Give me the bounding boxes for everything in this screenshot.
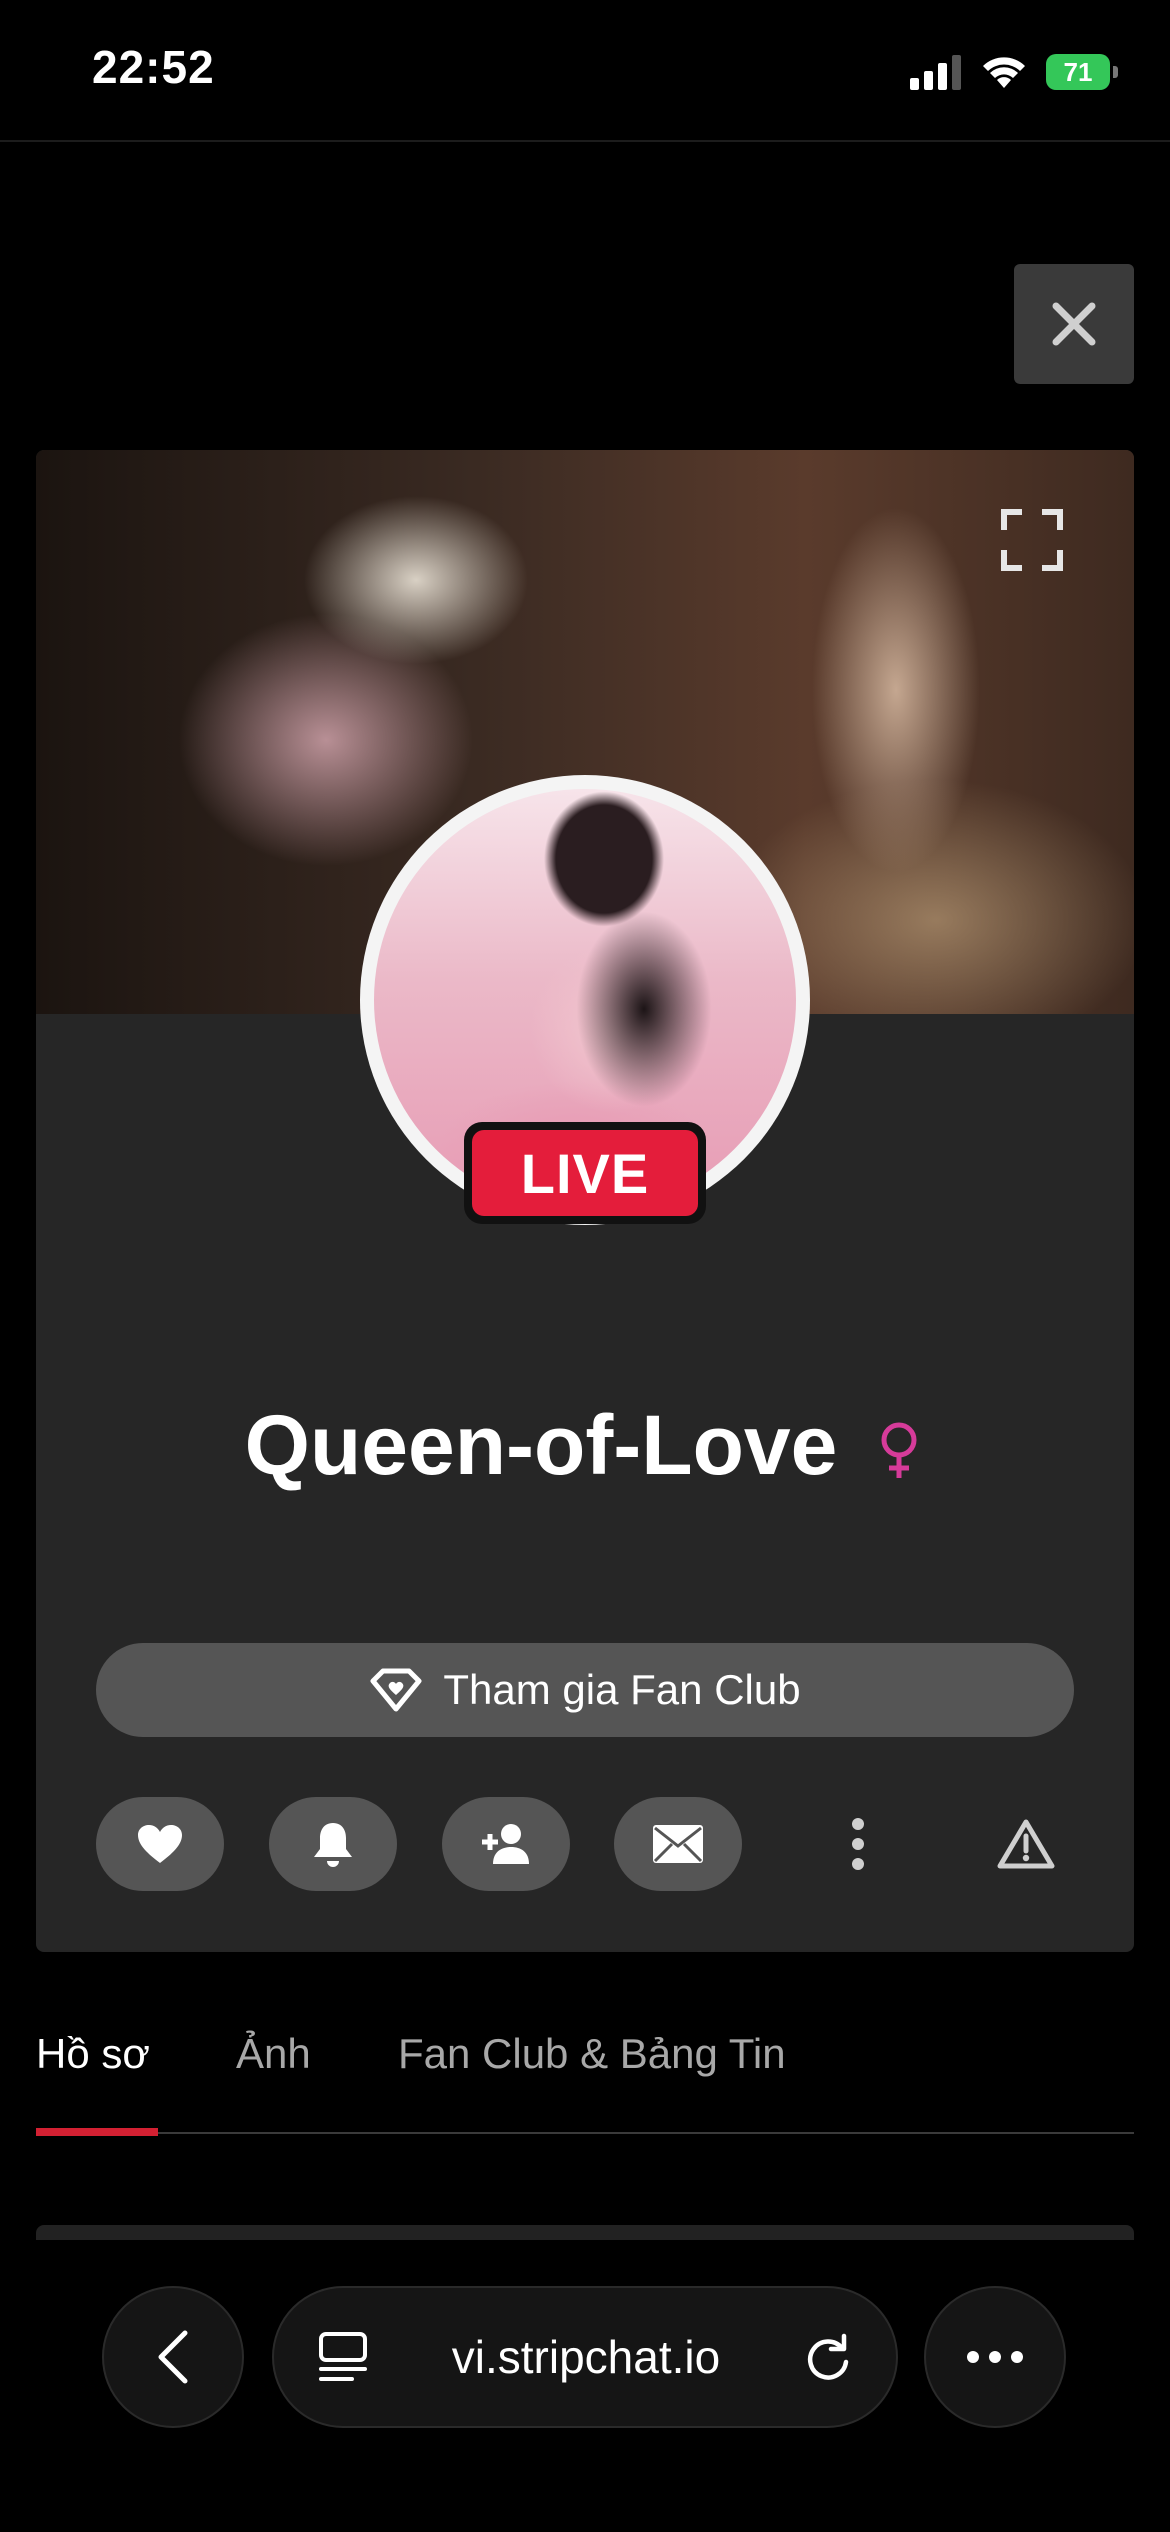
username: Queen-of-Love bbox=[244, 1397, 838, 1492]
page-menu-icon bbox=[319, 2332, 367, 2381]
message-button[interactable] bbox=[614, 1797, 742, 1891]
diamond-heart-icon bbox=[370, 1668, 422, 1712]
tab-fan-club-feed[interactable]: Fan Club & Bảng Tin bbox=[398, 2030, 786, 2078]
live-badge: LIVE bbox=[464, 1122, 706, 1224]
profile-tabs: Hồ sơ Ảnh Fan Club & Bảng Tin bbox=[36, 2030, 1134, 2136]
wifi-icon bbox=[983, 57, 1025, 88]
favorite-button[interactable] bbox=[96, 1797, 224, 1891]
browser-more-button[interactable] bbox=[924, 2286, 1066, 2428]
horizontal-dots-icon bbox=[967, 2351, 1023, 2363]
status-icons: 71 bbox=[910, 52, 1118, 92]
browser-back-button[interactable] bbox=[102, 2286, 244, 2428]
envelope-icon bbox=[653, 1825, 703, 1863]
report-button[interactable] bbox=[986, 1797, 1066, 1891]
vertical-dots-icon bbox=[852, 1818, 864, 1870]
tab-profile[interactable]: Hồ sơ bbox=[36, 2030, 150, 2078]
notifications-button[interactable] bbox=[269, 1797, 397, 1891]
close-button[interactable] bbox=[1014, 264, 1134, 384]
address-bar[interactable]: vi.stripchat.io bbox=[272, 2286, 898, 2428]
chevron-left-icon bbox=[158, 2330, 188, 2384]
battery-indicator: 71 bbox=[1046, 54, 1118, 90]
fullscreen-icon[interactable] bbox=[1000, 508, 1064, 572]
tabs-divider bbox=[36, 2132, 1134, 2134]
heart-icon bbox=[138, 1825, 182, 1863]
active-tab-indicator bbox=[36, 2128, 158, 2136]
url-text: vi.stripchat.io bbox=[451, 2331, 721, 2383]
bell-icon bbox=[314, 1823, 352, 1867]
more-options-button[interactable] bbox=[818, 1797, 898, 1891]
tab-photos[interactable]: Ảnh bbox=[236, 2030, 311, 2078]
warning-icon bbox=[997, 1819, 1055, 1869]
status-time: 22:52 bbox=[92, 41, 215, 93]
female-gender-icon bbox=[881, 1422, 917, 1478]
cellular-signal-icon bbox=[910, 55, 961, 90]
reload-icon[interactable] bbox=[804, 2332, 852, 2382]
username-row: Queen-of-Love bbox=[36, 1395, 1134, 1495]
add-user-icon bbox=[482, 1824, 529, 1864]
header-divider bbox=[0, 140, 1170, 142]
add-friend-button[interactable] bbox=[442, 1797, 570, 1891]
close-icon bbox=[1052, 302, 1096, 346]
live-label: LIVE bbox=[472, 1130, 698, 1216]
join-fan-club-button[interactable]: Tham gia Fan Club bbox=[96, 1643, 1074, 1737]
join-fan-club-label: Tham gia Fan Club bbox=[443, 1666, 801, 1713]
battery-level: 71 bbox=[1063, 56, 1093, 87]
